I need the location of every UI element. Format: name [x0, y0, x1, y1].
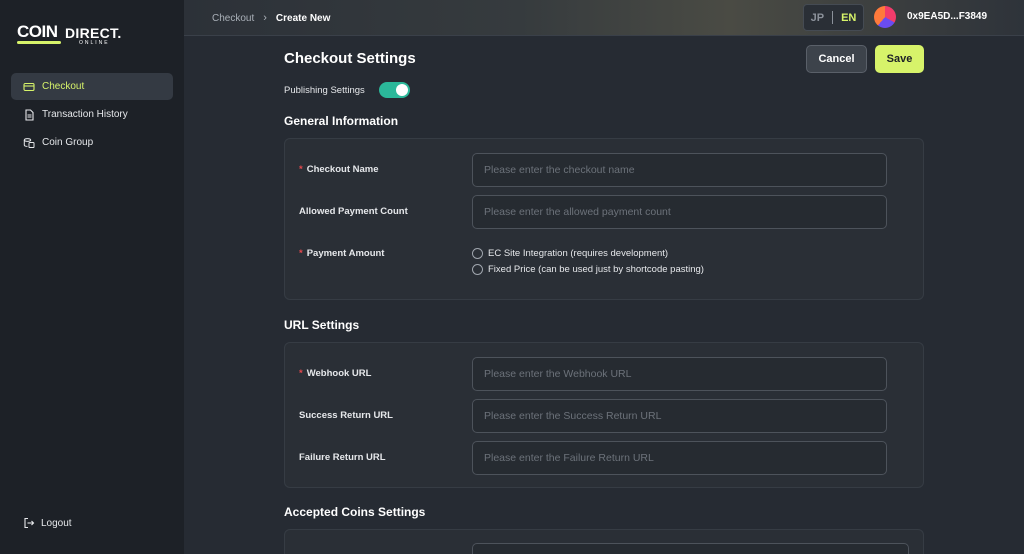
payment-count-input[interactable]: [472, 195, 887, 229]
success-url-label: Success Return URL: [299, 410, 393, 421]
checkout-name-label: * Checkout Name: [299, 164, 379, 175]
webhook-url-input[interactable]: [472, 357, 887, 391]
sidebar-item-label: Transaction History: [42, 109, 128, 120]
lang-en-button[interactable]: EN: [841, 12, 856, 24]
logo-underline: [17, 41, 61, 44]
logo-text-coin: COIN: [17, 22, 58, 41]
cancel-button[interactable]: Cancel: [806, 45, 867, 73]
webhook-url-label: * Webhook URL: [299, 368, 371, 379]
sidebar-item-label: Checkout: [42, 81, 85, 92]
lang-divider: [832, 11, 834, 24]
coindirect-logo[interactable]: COIN DIRECT. ONLINE: [17, 22, 127, 48]
sidebar-item-transaction-history[interactable]: Transaction History: [11, 101, 173, 128]
publishing-toggle[interactable]: [378, 82, 410, 98]
sidebar-item-coin-group[interactable]: Coin Group: [11, 129, 173, 156]
page-title: Checkout Settings: [284, 50, 416, 67]
publishing-settings-row: Publishing Settings: [284, 82, 410, 98]
accepted-coins-select[interactable]: [472, 543, 909, 554]
save-button[interactable]: Save: [875, 45, 924, 73]
checkout-name-label-text: Checkout Name: [306, 164, 379, 175]
lang-jp-button[interactable]: JP: [811, 12, 824, 24]
toggle-knob: [395, 84, 408, 96]
checkout-name-input[interactable]: [472, 153, 887, 187]
radio-ec-site[interactable]: EC Site Integration (requires developmen…: [472, 248, 668, 259]
accepted-coins-panel: [284, 529, 924, 554]
logout-button[interactable]: Logout: [23, 517, 72, 529]
logout-label: Logout: [41, 517, 72, 529]
payment-amount-label: * Payment Amount: [299, 248, 384, 259]
wallet-avatar[interactable]: [874, 6, 896, 28]
breadcrumb: Checkout › Create New: [212, 12, 330, 24]
sidebar: COIN DIRECT. ONLINE Checkout Transaction…: [0, 0, 184, 554]
logout-icon: [24, 517, 35, 529]
required-marker: *: [299, 164, 303, 175]
payment-amount-label-text: Payment Amount: [306, 248, 385, 259]
top-bar: Checkout › Create New JP EN 0x9EA5D...F3…: [184, 0, 1024, 36]
logo-text-online: ONLINE: [79, 40, 110, 46]
radio-circle[interactable]: [472, 264, 483, 275]
url-settings-panel: *Webhook URL Success Return URL Failure …: [284, 342, 924, 488]
radio-ec-site-label: EC Site Integration (requires developmen…: [488, 248, 669, 259]
failure-url-input[interactable]: [472, 441, 887, 475]
language-switcher: JP EN: [803, 4, 864, 31]
general-info-title: General Information: [284, 114, 399, 128]
breadcrumb-create-new: Create New: [275, 12, 331, 24]
logo-text-direct: DIRECT.: [65, 25, 122, 41]
radio-fixed-price-label: Fixed Price (can be used just by shortco…: [488, 264, 704, 275]
sidebar-nav: Checkout Transaction History Coin Group: [11, 73, 173, 157]
coins-icon: [23, 137, 35, 149]
radio-circle[interactable]: [472, 248, 483, 259]
chevron-right-icon: ›: [263, 12, 267, 24]
radio-fixed-price[interactable]: Fixed Price (can be used just by shortco…: [472, 264, 704, 275]
publishing-settings-label: Publishing Settings: [284, 84, 365, 96]
wallet-address[interactable]: 0x9EA5D...F3849: [907, 11, 987, 22]
required-marker: *: [299, 368, 303, 379]
sidebar-item-label: Coin Group: [42, 137, 94, 148]
document-icon: [23, 108, 35, 121]
failure-url-label: Failure Return URL: [299, 452, 386, 463]
webhook-url-label-text: Webhook URL: [306, 368, 372, 379]
accepted-coins-title: Accepted Coins Settings: [284, 505, 426, 519]
sidebar-item-checkout[interactable]: Checkout: [11, 73, 173, 100]
general-info-panel: *Checkout Name Allowed Payment Count *Pa…: [284, 138, 924, 300]
payment-count-label: Allowed Payment Count: [299, 206, 408, 217]
required-marker: *: [299, 248, 303, 259]
success-url-input[interactable]: [472, 399, 887, 433]
url-settings-title: URL Settings: [284, 318, 360, 332]
breadcrumb-checkout[interactable]: Checkout: [212, 13, 254, 24]
card-icon: [23, 81, 35, 93]
